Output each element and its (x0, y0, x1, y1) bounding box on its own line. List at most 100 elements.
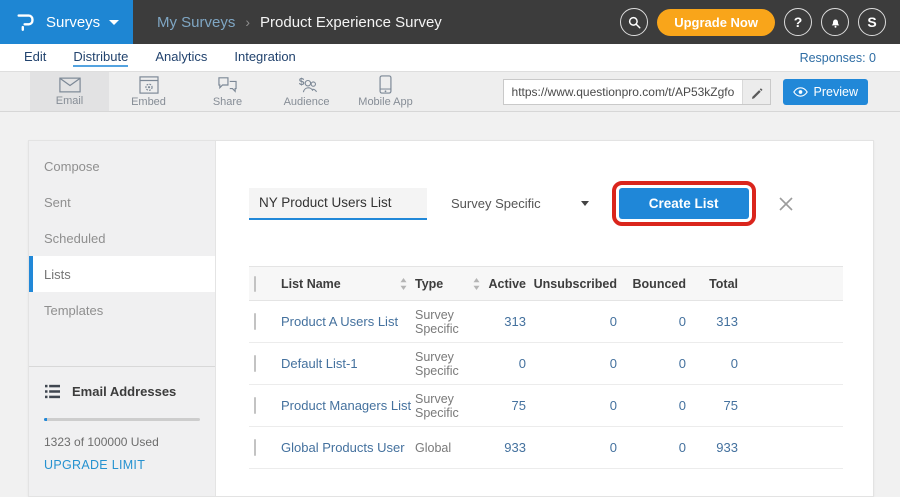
column-header-total: Total (686, 277, 738, 291)
sidebar-item-label: Lists (44, 267, 71, 282)
unsubscribed-count: 0 (526, 398, 617, 413)
active-count[interactable]: 933 (488, 440, 526, 455)
list-name-link[interactable]: Default List-1 (281, 356, 415, 371)
responses-count: Responses: 0 (800, 51, 876, 65)
total-count[interactable]: 75 (686, 398, 738, 413)
list-name-link[interactable]: Product Managers List (281, 398, 415, 413)
preview-button[interactable]: Preview (783, 79, 868, 105)
sort-icon (400, 278, 407, 290)
notifications-button[interactable] (821, 8, 849, 36)
create-list-button[interactable]: Create List (619, 188, 749, 219)
sidebar-item-compose[interactable]: Compose (29, 148, 215, 184)
active-count[interactable]: 75 (488, 398, 526, 413)
lists-table: List Name Type Active Unsubscribed Bounc… (249, 266, 843, 469)
row-checkbox[interactable] (254, 397, 256, 414)
tab-distribute[interactable]: Distribute (73, 49, 128, 67)
search-icon (627, 15, 642, 30)
usage-progress-fill (44, 418, 47, 421)
active-count[interactable]: 313 (488, 314, 526, 329)
table-row: Product A Users List Survey Specific 313… (249, 301, 843, 343)
toolbar-label: Share (213, 96, 242, 108)
close-form-button[interactable] (777, 195, 795, 213)
list-name-link[interactable]: Global Products User (281, 440, 415, 455)
usage-progress-bar (44, 418, 200, 421)
create-list-form: Survey Specific Create List (249, 181, 873, 226)
column-header-list-name[interactable]: List Name (281, 277, 341, 291)
brand-label: Surveys (46, 14, 100, 31)
surveys-menu-button[interactable]: Surveys (0, 0, 133, 44)
survey-url-group: https://www.questionpro.com/t/AP53kZgfo … (503, 79, 868, 105)
sidebar-item-lists[interactable]: Lists (29, 256, 215, 292)
search-button[interactable] (620, 8, 648, 36)
sidebar-item-sent[interactable]: Sent (29, 184, 215, 220)
distribute-toolbar: Email Embed Share $ Audience Mobile App … (0, 72, 900, 112)
red-highlight-annotation: Create List (612, 181, 756, 226)
table-row: Global Products User Global 933 0 0 933 (249, 427, 843, 469)
toolbar-item-share[interactable]: Share (188, 72, 267, 111)
share-icon (217, 76, 238, 94)
chevron-down-icon (109, 20, 119, 25)
toolbar-label: Audience (284, 96, 330, 108)
email-icon (59, 77, 81, 93)
toolbar-item-embed[interactable]: Embed (109, 72, 188, 111)
list-type: Global (415, 441, 488, 455)
sidebar-item-label: Compose (44, 159, 100, 174)
toolbar-item-mobile-app[interactable]: Mobile App (346, 72, 425, 111)
sort-icon (473, 278, 480, 290)
bounced-count: 0 (617, 440, 686, 455)
unsubscribed-count: 0 (526, 356, 617, 371)
sidebar-item-label: Scheduled (44, 231, 105, 246)
toolbar-item-email[interactable]: Email (30, 72, 109, 111)
column-header-type[interactable]: Type (415, 277, 443, 291)
tab-edit[interactable]: Edit (24, 49, 46, 67)
help-button[interactable]: ? (784, 8, 812, 36)
sidebar-item-templates[interactable]: Templates (29, 292, 215, 328)
list-type-select[interactable]: Survey Specific (437, 188, 603, 220)
active-count[interactable]: 0 (488, 356, 526, 371)
tab-integration[interactable]: Integration (234, 49, 295, 67)
tab-analytics[interactable]: Analytics (155, 49, 207, 67)
total-count[interactable]: 933 (686, 440, 738, 455)
row-checkbox[interactable] (254, 355, 256, 372)
total-count[interactable]: 313 (686, 314, 738, 329)
upgrade-now-button[interactable]: Upgrade Now (657, 9, 775, 36)
page-title: Product Experience Survey (260, 14, 442, 31)
embed-icon (139, 76, 159, 94)
list-type: Survey Specific (415, 350, 488, 378)
sidebar-item-label: Sent (44, 195, 71, 210)
email-addresses-title: Email Addresses (72, 384, 176, 399)
list-name-link[interactable]: Product A Users List (281, 314, 415, 329)
mobile-app-icon (379, 75, 392, 94)
toolbar-item-audience[interactable]: $ Audience (267, 72, 346, 111)
chevron-down-icon (581, 201, 589, 206)
email-distribute-card: Compose Sent Scheduled Lists Templates E… (28, 140, 874, 497)
toolbar-label: Mobile App (358, 96, 412, 108)
upgrade-limit-link[interactable]: UPGRADE LIMIT (44, 458, 200, 472)
list-type: Survey Specific (415, 392, 488, 420)
bounced-count: 0 (617, 398, 686, 413)
total-count[interactable]: 0 (686, 356, 738, 371)
column-header-unsubscribed: Unsubscribed (526, 277, 617, 291)
header-actions: Upgrade Now ? S (620, 8, 900, 36)
preview-label: Preview (814, 85, 858, 99)
breadcrumb-my-surveys[interactable]: My Surveys (157, 14, 235, 31)
email-addresses-section: Email Addresses 1323 of 100000 Used UPGR… (29, 367, 215, 489)
breadcrumb-separator: › (245, 14, 250, 30)
list-type-selected-value: Survey Specific (451, 196, 541, 211)
row-checkbox[interactable] (254, 313, 256, 330)
unsubscribed-count: 0 (526, 440, 617, 455)
questionpro-logo-icon (15, 11, 37, 33)
sidebar-item-scheduled[interactable]: Scheduled (29, 220, 215, 256)
survey-url-field[interactable]: https://www.questionpro.com/t/AP53kZgfo (503, 79, 771, 105)
user-avatar[interactable]: S (858, 8, 886, 36)
sidebar-item-label: Templates (44, 303, 103, 318)
edit-url-button[interactable] (742, 80, 770, 104)
column-header-active: Active (488, 277, 526, 291)
row-checkbox[interactable] (254, 439, 256, 456)
table-row: Default List-1 Survey Specific 0 0 0 0 (249, 343, 843, 385)
eye-icon (793, 87, 808, 97)
list-name-input[interactable] (249, 188, 427, 220)
select-all-checkbox[interactable] (254, 276, 256, 292)
table-row: Product Managers List Survey Specific 75… (249, 385, 843, 427)
top-header: Surveys My Surveys › Product Experience … (0, 0, 900, 44)
